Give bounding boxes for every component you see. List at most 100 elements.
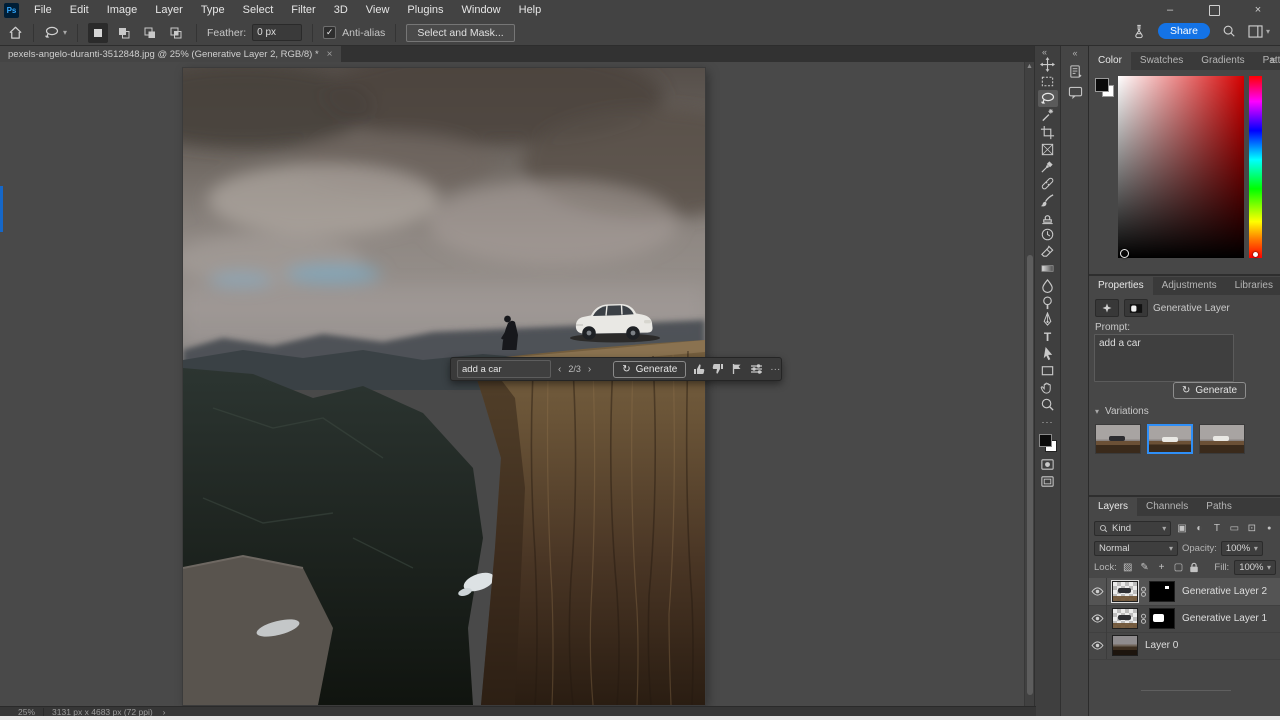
panel-resize-grip[interactable] (1141, 690, 1231, 691)
layer-row-layer-0[interactable]: Layer 0 (1089, 632, 1280, 660)
generate-button[interactable]: ↻ Generate (1173, 382, 1247, 399)
subtract-from-selection-mode-button[interactable] (140, 23, 160, 43)
fill-dropdown[interactable]: 100% ▾ (1234, 560, 1277, 575)
menu-plugins[interactable]: Plugins (398, 0, 452, 20)
search-icon[interactable] (1222, 24, 1236, 38)
variation-thumbnail-2-selected[interactable] (1147, 424, 1193, 454)
scrollbar-thumb[interactable] (1027, 255, 1033, 695)
lasso-tool-preset[interactable]: ▾ (44, 25, 67, 41)
previous-variation-button[interactable]: ‹ (558, 364, 561, 375)
menu-filter[interactable]: Filter (282, 0, 324, 20)
color-panel-fgbg-swatches[interactable] (1095, 78, 1114, 97)
layer-name[interactable]: Generative Layer 2 (1182, 586, 1267, 597)
filter-type-layers-icon[interactable]: T (1210, 523, 1223, 534)
tab-libraries[interactable]: Libraries (1226, 277, 1280, 295)
document-tab[interactable]: pexels-angelo-duranti-3512848.jpg @ 25% … (0, 46, 341, 62)
type-tool[interactable]: T (1038, 328, 1058, 345)
select-and-mask-button[interactable]: Select and Mask... (406, 23, 515, 42)
menu-3d[interactable]: 3D (325, 0, 357, 20)
scroll-up-arrow-icon[interactable]: ▲ (1026, 63, 1033, 70)
anti-alias-checkbox[interactable]: ✓ (323, 26, 337, 39)
tab-channels[interactable]: Channels (1137, 498, 1197, 516)
move-tool[interactable] (1038, 56, 1058, 73)
visibility-eye-icon[interactable] (1089, 632, 1107, 659)
layer-mask-thumbnail[interactable] (1149, 608, 1175, 629)
tab-swatches[interactable]: Swatches (1131, 52, 1192, 70)
tech-preview-flask-icon[interactable] (1132, 24, 1146, 39)
document-canvas-image[interactable] (183, 68, 705, 705)
layer-thumbnail[interactable] (1112, 608, 1138, 629)
lock-all-icon[interactable] (1189, 562, 1201, 573)
thumbs-up-icon[interactable] (693, 361, 705, 377)
saturation-brightness-field[interactable] (1118, 76, 1244, 258)
filter-shape-layers-icon[interactable]: ▭ (1228, 523, 1241, 534)
feather-input[interactable] (252, 24, 303, 41)
close-icon[interactable]: × (327, 49, 333, 60)
blur-tool[interactable] (1038, 277, 1058, 294)
pen-tool[interactable] (1038, 311, 1058, 328)
crop-tool[interactable] (1038, 124, 1058, 141)
properties-sliders-icon[interactable] (750, 361, 763, 377)
status-chevron-icon[interactable]: › (163, 707, 166, 717)
tab-color[interactable]: Color (1089, 52, 1131, 70)
zoom-level-value[interactable]: 25% (18, 707, 35, 717)
color-field-picker[interactable] (1120, 249, 1129, 258)
intersect-selection-mode-button[interactable] (166, 23, 186, 43)
window-minimize-button[interactable]: – (1148, 0, 1192, 20)
frame-tool[interactable] (1038, 141, 1058, 158)
layer-name[interactable]: Layer 0 (1145, 640, 1178, 651)
menu-help[interactable]: Help (510, 0, 551, 20)
gradient-tool[interactable] (1038, 260, 1058, 277)
layer-mask-link-icon[interactable] (1140, 586, 1147, 598)
visibility-eye-icon[interactable] (1089, 605, 1107, 632)
menu-layer[interactable]: Layer (146, 0, 192, 20)
more-options-icon[interactable]: ··· (770, 364, 780, 375)
clone-stamp-tool[interactable] (1038, 209, 1058, 226)
collapse-toolbar-icon[interactable]: « (1042, 47, 1047, 57)
collapse-dock-icon[interactable]: « (1072, 48, 1077, 58)
edit-toolbar-ellipsis-icon[interactable]: ··· (1038, 413, 1058, 430)
layer-name[interactable]: Generative Layer 1 (1182, 613, 1267, 624)
home-icon[interactable] (8, 25, 23, 40)
window-close-button[interactable]: × (1236, 0, 1280, 20)
canvas-vertical-scrollbar[interactable]: ▲ (1024, 62, 1034, 706)
workspace-switcher[interactable]: ▾ (1248, 24, 1270, 38)
foreground-color-swatch[interactable] (1038, 434, 1052, 447)
tab-properties[interactable]: Properties (1089, 277, 1153, 295)
filter-toggle-icon[interactable]: ● (1263, 525, 1276, 532)
foreground-color-swatch[interactable] (1095, 78, 1109, 92)
comments-panel-icon[interactable] (1061, 82, 1089, 104)
lock-image-pixels-icon[interactable]: ✎ (1139, 562, 1151, 573)
variation-thumbnail-1[interactable] (1095, 424, 1141, 454)
blend-mode-dropdown[interactable]: Normal ▾ (1094, 541, 1178, 556)
generate-button[interactable]: ↻ Generate (613, 360, 687, 378)
menu-window[interactable]: Window (453, 0, 510, 20)
report-flag-icon[interactable] (731, 361, 743, 377)
opacity-dropdown[interactable]: 100% ▾ (1220, 541, 1263, 556)
lock-transparent-pixels-icon[interactable]: ▨ (1122, 562, 1134, 573)
filter-smart-object-icon[interactable]: ⊡ (1245, 523, 1258, 534)
lock-position-icon[interactable]: + (1156, 562, 1168, 573)
menu-view[interactable]: View (357, 0, 399, 20)
thumbs-down-icon[interactable] (712, 361, 724, 377)
screen-mode-button[interactable] (1038, 473, 1058, 490)
hue-slider[interactable] (1249, 76, 1262, 258)
visibility-eye-icon[interactable] (1089, 578, 1107, 605)
dodge-tool[interactable] (1038, 294, 1058, 311)
hand-tool[interactable] (1038, 379, 1058, 396)
magic-wand-tool[interactable] (1038, 107, 1058, 124)
filter-pixel-layers-icon[interactable]: ▣ (1175, 523, 1188, 534)
menu-edit[interactable]: Edit (61, 0, 98, 20)
tab-layers[interactable]: Layers (1089, 498, 1138, 516)
layer-row-generative-layer-1[interactable]: Generative Layer 1 (1089, 605, 1280, 633)
prompt-textarea[interactable]: add a car (1094, 334, 1234, 382)
document-info[interactable]: 3131 px x 4683 px (72 ppi) (52, 707, 153, 717)
panel-menu-icon[interactable]: ≡ (1270, 56, 1276, 67)
layer-thumbnail[interactable] (1112, 635, 1138, 656)
hue-slider-picker[interactable] (1253, 252, 1258, 257)
layer-mask-thumbnail[interactable] (1149, 581, 1175, 602)
lock-artboard-icon[interactable]: ▢ (1173, 562, 1185, 573)
tab-adjustments[interactable]: Adjustments (1153, 277, 1226, 295)
canvas-area[interactable]: ‹ 2/3 › ↻ Generate ··· (0, 62, 1024, 706)
variations-section-header[interactable]: ▾ Variations (1095, 406, 1149, 417)
